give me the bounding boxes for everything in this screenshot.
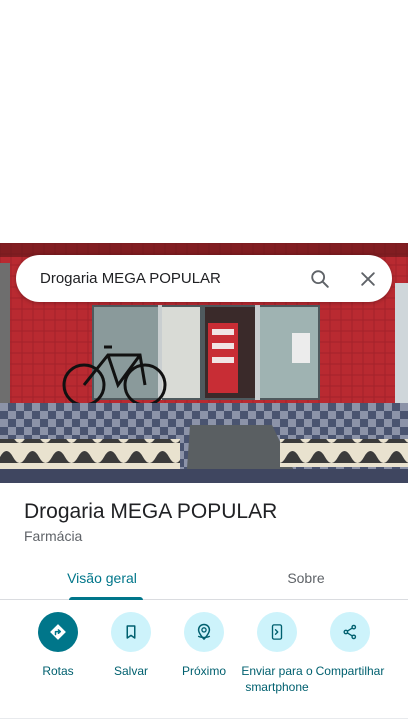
place-category: Farmácia (24, 528, 83, 544)
search-bar[interactable]: Drogaria MEGA POPULAR (16, 255, 392, 302)
nearby-button[interactable]: Próximo (164, 612, 244, 679)
send-to-phone-icon (271, 624, 283, 640)
nearby-label: Próximo (181, 664, 226, 678)
save-button-circle (111, 612, 151, 652)
search-input[interactable]: Drogaria MEGA POPULAR (16, 270, 296, 287)
nearby-button-circle (184, 612, 224, 652)
share-button[interactable]: Compartilhar (310, 612, 390, 679)
close-icon (361, 271, 375, 286)
share-label: Compartilhar (315, 664, 385, 678)
directions-icon (50, 624, 66, 640)
tab-about-label: Sobre (287, 569, 325, 586)
send-to-phone-button[interactable]: Enviar para o smartphone (237, 612, 317, 695)
send-to-phone-button-circle (257, 612, 297, 652)
tab-bar: Visão geral Sobre (0, 556, 408, 600)
tab-overview-label: Visão geral (67, 569, 137, 586)
search-icon (311, 269, 329, 288)
place-details-page: Drogaria MEGA POPULAR Drogaria MEGA POPU… (0, 0, 408, 726)
share-icon (343, 624, 357, 640)
directions-label: Rotas (42, 664, 74, 678)
place-title: Drogaria MEGA POPULAR (24, 500, 278, 523)
directions-button[interactable]: Rotas (18, 612, 98, 679)
search-button[interactable] (296, 255, 344, 302)
tab-about[interactable]: Sobre (204, 556, 408, 599)
nearby-icon (197, 623, 211, 641)
divider (0, 718, 408, 719)
bookmark-icon (126, 625, 136, 639)
active-tab-indicator (69, 597, 143, 600)
clear-search-button[interactable] (344, 255, 392, 302)
tab-overview[interactable]: Visão geral (0, 556, 204, 600)
share-button-circle (330, 612, 370, 652)
directions-button-circle (38, 612, 78, 652)
action-buttons: Rotas Salvar Próximo Enviar para o smart… (0, 612, 408, 712)
send-to-phone-label: Enviar para o smartphone (241, 664, 313, 694)
save-label: Salvar (113, 664, 148, 678)
save-button[interactable]: Salvar (91, 612, 171, 679)
